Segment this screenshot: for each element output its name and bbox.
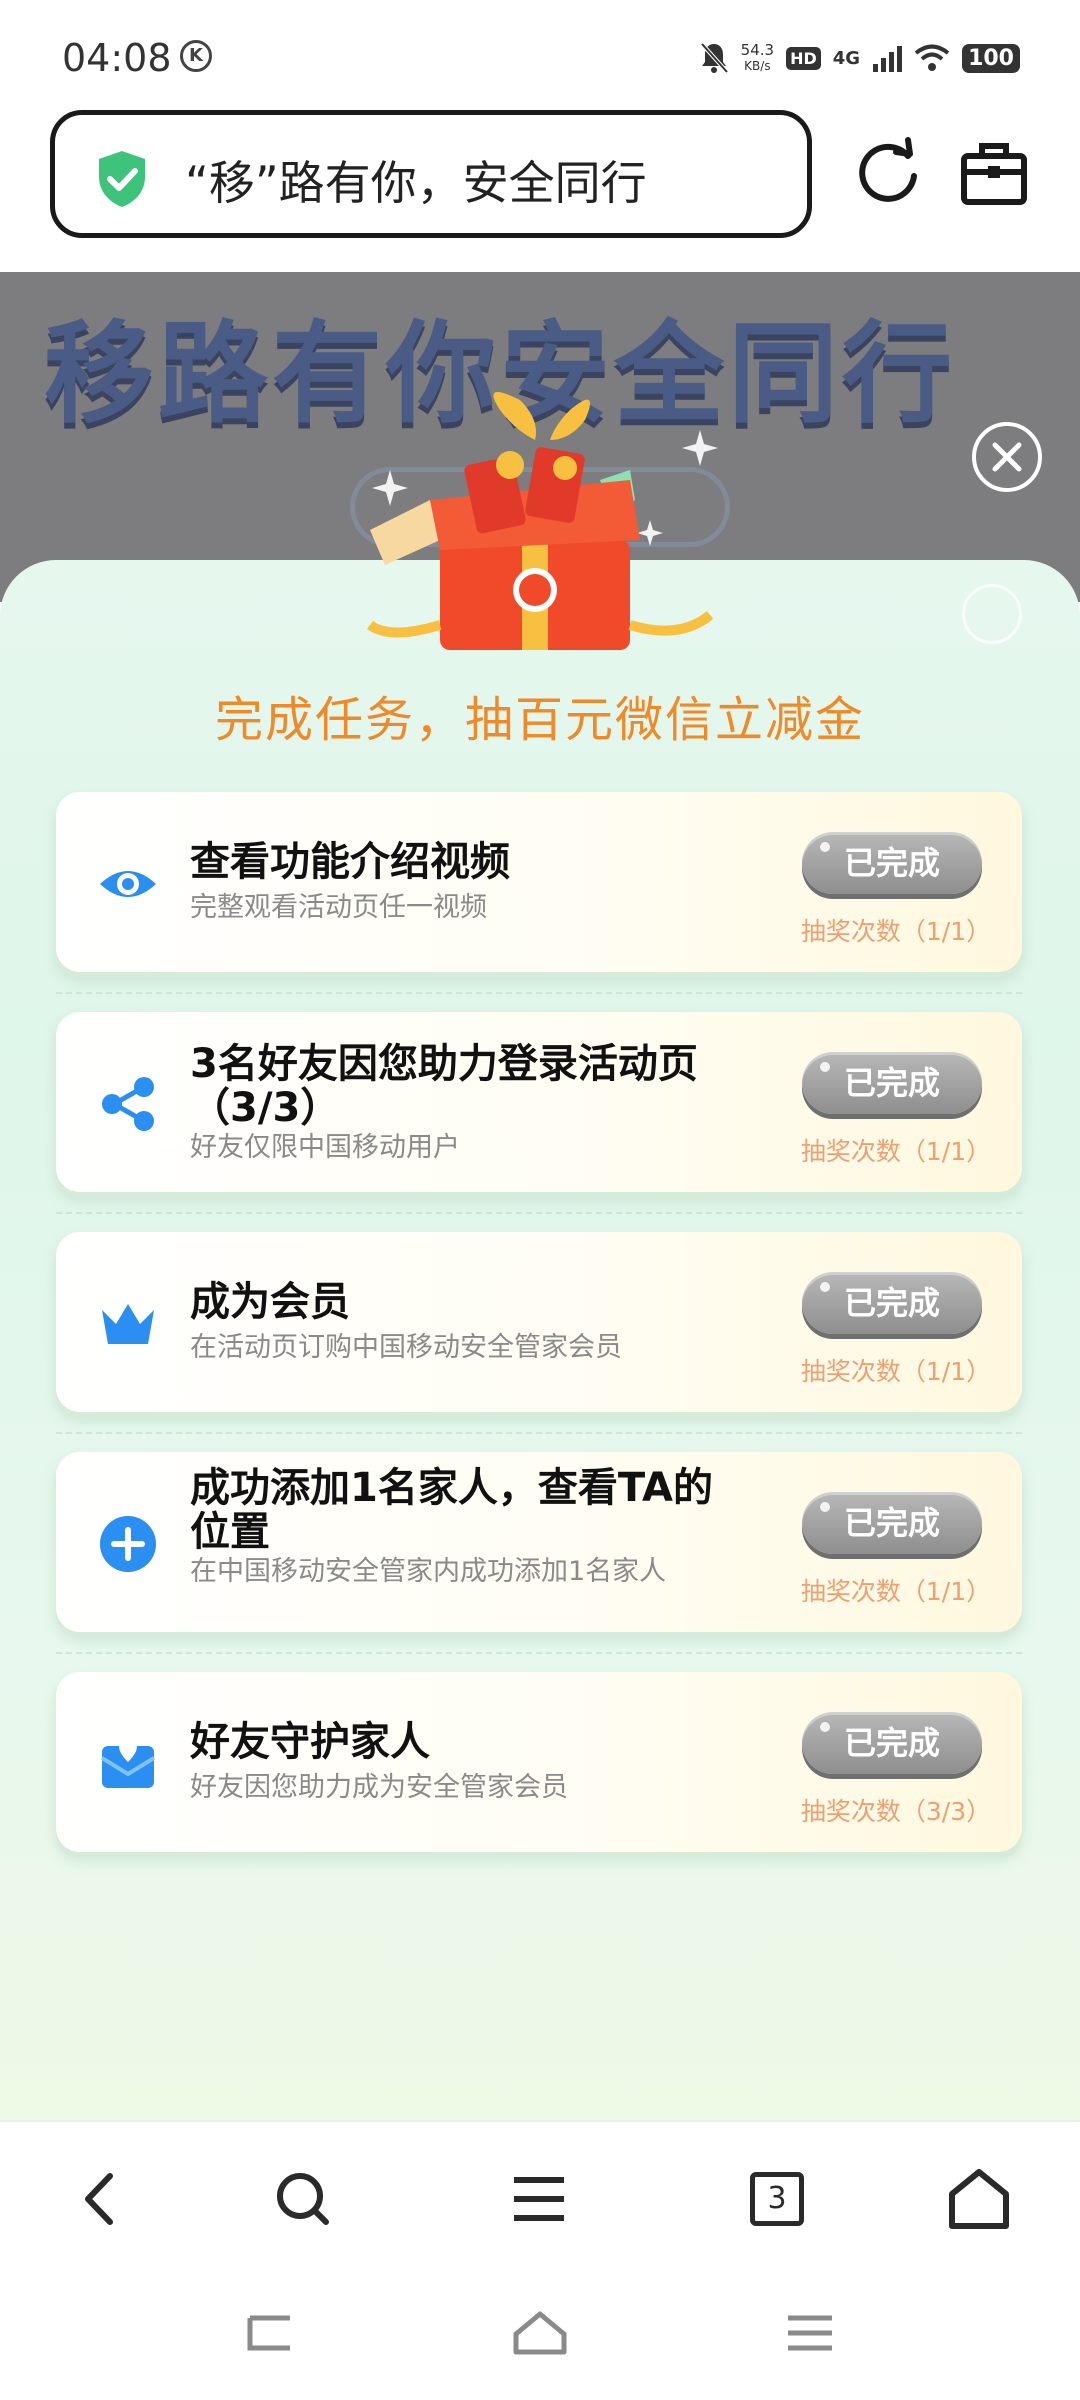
task-modal: 完成任务，抽百元微信立减金 查看功能介绍视频 完整观看活动页任一视频 已完成 抽…: [0, 560, 1080, 2120]
task-item: 好友守护家人 好友因您助力成为安全管家会员 已完成 抽奖次数（3/3）: [56, 1672, 1022, 1852]
add-circle-icon: [100, 1516, 156, 1572]
task-title: 3名好友因您助力登录活动页（3/3）: [190, 1041, 698, 1131]
tabs-button[interactable]: 3: [742, 2164, 812, 2234]
task-title: 成功添加1名家人，查看TA的位置: [190, 1465, 713, 1555]
wifi-icon: [914, 44, 950, 71]
mute-bell-icon: [700, 42, 729, 74]
completed-button[interactable]: 已完成: [802, 1712, 982, 1774]
tabs-count: 3: [750, 2172, 804, 2226]
draw-count: 抽奖次数（3/3）: [800, 1797, 992, 1826]
completed-button-label: 已完成: [843, 1284, 940, 1322]
draw-count: 抽奖次数（1/1）: [800, 917, 992, 946]
menu-icon[interactable]: [504, 2164, 574, 2234]
crown-icon: [102, 1304, 154, 1344]
back-icon[interactable]: [66, 2164, 136, 2234]
modal-close-ghost-icon: [962, 584, 1022, 644]
heart-mail-icon: [100, 1741, 156, 1788]
task-title: 查看功能介绍视频: [190, 839, 510, 885]
completed-button-label: 已完成: [843, 1724, 940, 1762]
close-modal-button[interactable]: [972, 422, 1042, 492]
completed-button-label: 已完成: [843, 844, 940, 882]
button-highlight: [820, 1502, 830, 1512]
system-recents-icon[interactable]: [780, 2308, 840, 2358]
task-item: 3名好友因您助力登录活动页（3/3） 好友仅限中国移动用户 已完成 抽奖次数（1…: [56, 1012, 1022, 1214]
completed-button[interactable]: 已完成: [802, 1052, 982, 1114]
task-title: 成为会员: [190, 1279, 350, 1325]
share-icon: [102, 1077, 154, 1131]
eye-icon: [100, 871, 156, 897]
browser-bottom-bar: 3: [0, 2120, 1080, 2270]
k-app-icon: K: [180, 40, 212, 72]
completed-button[interactable]: 已完成: [802, 1272, 982, 1334]
button-highlight: [820, 842, 830, 852]
toolbox-icon[interactable]: [954, 134, 1034, 214]
close-icon: [992, 442, 1022, 472]
task-description: 好友因您助力成为安全管家会员: [190, 1772, 568, 1803]
net-speed-unit: KB/s: [744, 59, 771, 73]
gift-box-illustration: [367, 392, 718, 650]
status-time: 04:08: [62, 36, 172, 80]
signal-icon: [873, 46, 903, 72]
status-icons: 54.3 KB/s HD 4G 100: [699, 38, 1020, 78]
system-nav-bar: [0, 2270, 1080, 2400]
draw-count: 抽奖次数（1/1）: [800, 1577, 992, 1606]
task-item: 成功添加1名家人，查看TA的位置 在中国移动安全管家内成功添加1名家人 已完成 …: [56, 1452, 1022, 1654]
draw-count: 抽奖次数（1/1）: [800, 1137, 992, 1166]
completed-button-label: 已完成: [843, 1504, 940, 1542]
modal-title: 完成任务，抽百元微信立减金: [214, 692, 865, 748]
network-type: 4G: [832, 47, 861, 69]
battery-icon: 100: [962, 43, 1020, 73]
task-item: 成为会员 在活动页订购中国移动安全管家会员 已完成 抽奖次数（1/1）: [56, 1232, 1022, 1434]
draw-count: 抽奖次数（1/1）: [800, 1357, 992, 1386]
address-bar[interactable]: “移”路有你，安全同行: [50, 110, 812, 238]
task-item: 查看功能介绍视频 完整观看活动页任一视频 已完成 抽奖次数（1/1）: [56, 792, 1022, 994]
divider: [56, 1212, 1022, 1214]
refresh-icon[interactable]: [848, 134, 928, 214]
system-home-icon[interactable]: [510, 2308, 570, 2358]
task-description: 在活动页订购中国移动安全管家会员: [190, 1332, 622, 1363]
completed-button[interactable]: 已完成: [802, 1492, 982, 1554]
divider: [56, 1432, 1022, 1434]
net-speed-value: 54.3: [740, 41, 775, 59]
system-back-icon[interactable]: [240, 2308, 300, 2358]
address-text: “移”路有你，安全同行: [185, 156, 647, 210]
button-highlight: [820, 1722, 830, 1732]
hd-badge: HD: [786, 46, 821, 70]
button-highlight: [820, 1062, 830, 1072]
task-description: 在中国移动安全管家内成功添加1名家人: [190, 1556, 667, 1587]
completed-button-label: 已完成: [843, 1064, 940, 1102]
divider: [56, 992, 1022, 994]
home-icon[interactable]: [944, 2164, 1014, 2234]
task-description: 完整观看活动页任一视频: [190, 892, 487, 923]
browser-top-bar: “移”路有你，安全同行: [0, 110, 1080, 270]
shield-check-icon: [99, 151, 145, 207]
divider: [56, 1652, 1022, 1654]
task-description: 好友仅限中国移动用户: [190, 1132, 460, 1163]
net-speed: 54.3 KB/s: [741, 42, 774, 74]
status-bar: 04:08 K 54.3 KB/s HD 4G 100: [0, 0, 1080, 110]
task-list: 查看功能介绍视频 完整观看活动页任一视频 已完成 抽奖次数（1/1） 3名好友因…: [56, 792, 1022, 1892]
completed-button[interactable]: 已完成: [802, 832, 982, 894]
button-highlight: [820, 1282, 830, 1292]
task-title: 好友守护家人: [190, 1719, 430, 1765]
search-icon[interactable]: [268, 2164, 338, 2234]
